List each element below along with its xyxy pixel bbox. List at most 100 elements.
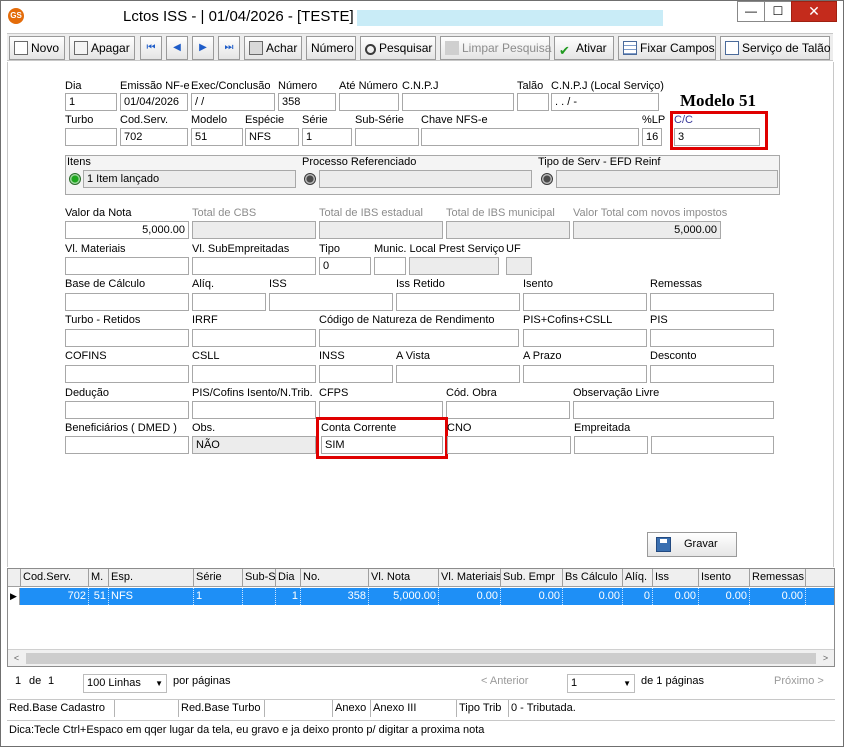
chave-nfse-field[interactable]	[421, 128, 639, 146]
valor-total-novos-field[interactable]: 5,000.00	[573, 221, 721, 239]
conta-corrente-field[interactable]: SIM	[321, 436, 443, 454]
remessas-field[interactable]	[650, 293, 774, 311]
lines-per-page-select[interactable]: 100 Linhas ▼	[83, 674, 167, 693]
obs-livre-field[interactable]	[573, 401, 774, 419]
grid-horizontal-scrollbar[interactable]: < >	[8, 649, 834, 666]
obs-field[interactable]: NÃO	[192, 436, 316, 454]
close-button[interactable]: ✕	[791, 1, 837, 22]
grid-col-m[interactable]: M.	[89, 569, 109, 587]
cnpj-local-field[interactable]: . . / -	[551, 93, 659, 111]
ativar-button[interactable]: ✔ Ativar	[554, 36, 614, 60]
exec-field[interactable]: / /	[191, 93, 275, 111]
novo-button[interactable]: Novo	[9, 36, 65, 60]
grid-col-aliq[interactable]: Alíq.	[623, 569, 653, 587]
a-vista-field[interactable]	[396, 365, 520, 383]
tipo-field[interactable]: 0	[319, 257, 371, 275]
grid-col-iss[interactable]: Iss	[653, 569, 699, 587]
last-record-button[interactable]: ⏭	[218, 36, 240, 60]
pis-cofins-csll-field[interactable]	[523, 329, 647, 347]
limpar-pesquisa-button[interactable]: Limpar Pesquisa	[440, 36, 551, 60]
cofins-field[interactable]	[65, 365, 189, 383]
cod-natureza-field[interactable]	[319, 329, 519, 347]
pis-cofins-isento-field[interactable]	[192, 401, 316, 419]
apagar-button[interactable]: Apagar	[69, 36, 135, 60]
iss-retido-field[interactable]	[396, 293, 520, 311]
first-record-button[interactable]: ⏮	[140, 36, 162, 60]
cod-serv-field[interactable]: 702	[120, 128, 188, 146]
scroll-right-icon[interactable]: >	[817, 650, 834, 666]
grid-col-serie[interactable]: Série	[194, 569, 243, 587]
fixar-campos-button[interactable]: Fixar Campos	[618, 36, 716, 60]
numero-field[interactable]: 358	[278, 93, 336, 111]
inss-field[interactable]	[319, 365, 393, 383]
valor-nota-field[interactable]: 5,000.00	[65, 221, 189, 239]
grid-col-bs-calculo[interactable]: Bs Cálculo	[563, 569, 623, 587]
achar-button[interactable]: Achar	[244, 36, 302, 60]
itens-field[interactable]: 1 Item lançado	[83, 170, 296, 188]
deducao-field[interactable]	[65, 401, 189, 419]
previous-page-button[interactable]: < Anterior	[481, 675, 528, 687]
aliq-field[interactable]	[192, 293, 266, 311]
grid-col-remessas[interactable]: Remessas	[750, 569, 806, 587]
grid-col-sub-empr[interactable]: Sub. Empr	[501, 569, 563, 587]
tipo-serv-status-icon[interactable]	[541, 173, 553, 185]
cod-obra-field[interactable]	[446, 401, 570, 419]
munic-local-field[interactable]	[409, 257, 499, 275]
talao-field[interactable]	[517, 93, 549, 111]
cfps-field[interactable]	[319, 401, 443, 419]
grid-col-isento[interactable]: Isento	[699, 569, 750, 587]
munic-local-code-field[interactable]	[374, 257, 406, 275]
next-record-button[interactable]: ▶	[192, 36, 214, 60]
empreitada-field[interactable]	[574, 436, 648, 454]
processo-status-icon[interactable]	[304, 173, 316, 185]
grid-col-sub-s[interactable]: Sub-S	[243, 569, 276, 587]
next-page-button[interactable]: Próximo >	[774, 675, 824, 687]
grid-col-vl-nota[interactable]: Vl. Nota	[369, 569, 439, 587]
vl-subempreitadas-field[interactable]	[192, 257, 316, 275]
maximize-button[interactable]: ☐	[764, 1, 792, 22]
emissao-field[interactable]: 01/04/2026	[120, 93, 188, 111]
turbo-field[interactable]	[65, 128, 117, 146]
modelo-field[interactable]: 51	[191, 128, 243, 146]
pesquisar-button[interactable]: Pesquisar	[360, 36, 436, 60]
servico-talao-button[interactable]: Serviço de Talão	[720, 36, 831, 60]
grid-col-esp[interactable]: Esp.	[109, 569, 194, 587]
gravar-button[interactable]: Gravar	[647, 532, 737, 557]
csll-field[interactable]	[192, 365, 316, 383]
minimize-button[interactable]: —	[737, 1, 765, 22]
turbo-retidos-field[interactable]	[65, 329, 189, 347]
dia-field[interactable]: 1	[65, 93, 117, 111]
grid-col-vl-materiais[interactable]: Vl. Materiais	[439, 569, 501, 587]
total-cbs-field[interactable]	[192, 221, 316, 239]
sub-serie-field[interactable]	[355, 128, 419, 146]
pis-field[interactable]	[650, 329, 774, 347]
scroll-left-icon[interactable]: <	[8, 650, 25, 666]
scrollbar-thumb[interactable]	[26, 653, 816, 664]
beneficiarios-field[interactable]	[65, 436, 189, 454]
tipo-serv-field[interactable]	[556, 170, 778, 188]
serie-field[interactable]: 1	[302, 128, 352, 146]
especie-field[interactable]: NFS	[245, 128, 299, 146]
numero-button[interactable]: Número	[306, 36, 356, 60]
irrf-field[interactable]	[192, 329, 316, 347]
base-calculo-field[interactable]	[65, 293, 189, 311]
grid-col-dia[interactable]: Dia	[276, 569, 301, 587]
vl-materiais-field[interactable]	[65, 257, 189, 275]
lp-field[interactable]: 16	[642, 128, 662, 146]
total-ibs-municipal-field[interactable]	[446, 221, 570, 239]
grid-col-no[interactable]: No.	[301, 569, 369, 587]
a-prazo-field[interactable]	[523, 365, 647, 383]
previous-record-button[interactable]: ◀	[166, 36, 188, 60]
cnpj-field[interactable]	[402, 93, 514, 111]
total-ibs-estadual-field[interactable]	[319, 221, 443, 239]
ate-numero-field[interactable]	[339, 93, 399, 111]
cno-field[interactable]	[447, 436, 571, 454]
uf-field[interactable]	[506, 257, 532, 275]
cc-field[interactable]: 3	[674, 128, 760, 146]
table-row[interactable]: 702 51 NFS 1 1 358 5,000.00 0.00 0.00 0.…	[8, 588, 834, 605]
itens-status-icon[interactable]	[69, 173, 81, 185]
isento-field[interactable]	[523, 293, 647, 311]
empreitada-extra-field[interactable]	[651, 436, 774, 454]
page-select[interactable]: 1 ▼	[567, 674, 635, 693]
iss-field[interactable]	[269, 293, 393, 311]
